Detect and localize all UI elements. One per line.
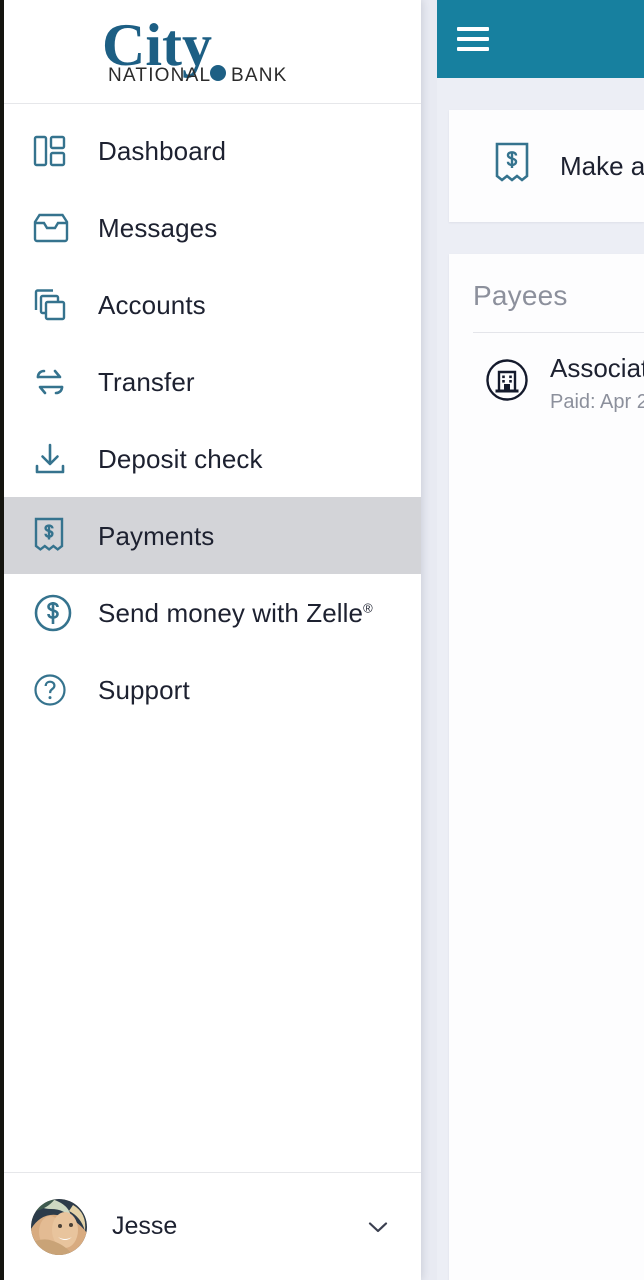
hamburger-bar — [457, 37, 489, 41]
profile-menu[interactable]: Jesse — [4, 1172, 421, 1280]
download-tray-icon — [33, 442, 75, 476]
sidebar-item-transfer[interactable]: Transfer — [4, 343, 421, 420]
transfer-arrows-icon — [33, 365, 75, 399]
make-a-payment-label: Make a — [560, 150, 644, 181]
sidebar-item-send-money-zelle[interactable]: Send money with Zelle® — [4, 574, 421, 651]
navigation-drawer: City NATIONAL BANK Dashboard Messages Ac… — [4, 0, 421, 1280]
sidebar-item-label: Payments — [98, 520, 215, 551]
payee-info: Associate Paid: Apr 2 — [550, 353, 644, 414]
hamburger-bar — [457, 27, 489, 31]
city-national-bank-logo-icon: City NATIONAL BANK — [102, 15, 288, 86]
receipt-dollar-icon — [33, 517, 75, 555]
sidebar-item-messages[interactable]: Messages — [4, 189, 421, 266]
sidebar-item-deposit-check[interactable]: Deposit check — [4, 420, 421, 497]
hamburger-bar — [457, 47, 489, 51]
chevron-down-icon[interactable] — [365, 1214, 391, 1240]
building-circle-icon — [485, 358, 529, 407]
hamburger-icon[interactable] — [457, 27, 489, 51]
sidebar-item-payments[interactable]: Payments — [4, 497, 421, 574]
sidebar-item-label: Messages — [98, 212, 218, 243]
svg-text:BANK: BANK — [231, 65, 288, 86]
dollar-circle-icon — [33, 593, 75, 633]
app-screen: Make a Payees Associa Paid: Apr 2 City N… — [0, 0, 644, 1280]
sidebar-item-accounts[interactable]: Accounts — [4, 266, 421, 343]
sidebar-item-label: Deposit check — [98, 443, 263, 474]
avatar — [31, 1198, 87, 1255]
sidebar-item-label: Support — [98, 674, 190, 705]
list-item[interactable]: Associate Paid: Apr 2 — [449, 333, 644, 414]
sidebar-item-label: Accounts — [98, 289, 206, 320]
sidebar-item-support[interactable]: Support — [4, 651, 421, 728]
question-circle-icon — [33, 673, 75, 707]
payee-paid-date: Paid: Apr 2 — [550, 391, 644, 414]
sidebar-item-dashboard[interactable]: Dashboard — [4, 112, 421, 189]
device-bezel — [0, 0, 4, 1280]
sidebar-item-label: Transfer — [98, 366, 195, 397]
main-content: Make a Payees Associa Paid: Apr 2 — [437, 0, 644, 1280]
profile-name: Jesse — [112, 1212, 178, 1240]
make-a-payment-card[interactable]: Make a — [449, 110, 644, 222]
sidebar-nav: Dashboard Messages Accounts Transfer Dep… — [4, 104, 421, 1172]
sidebar-item-label: Dashboard — [98, 135, 227, 166]
receipt-dollar-icon — [493, 142, 531, 191]
payees-title: Payees — [473, 280, 568, 311]
svg-text:NATIONAL: NATIONAL — [108, 65, 211, 86]
brand-logo: City NATIONAL BANK — [4, 0, 421, 104]
top-app-bar — [437, 0, 644, 78]
user-photo-avatar — [31, 1198, 87, 1255]
stacked-cards-icon — [33, 288, 75, 322]
payees-card: Payees Associate — [449, 254, 644, 1280]
sidebar-item-label: Send money with Zelle® — [98, 597, 373, 628]
dashboard-icon — [33, 134, 75, 168]
payee-name: Associate — [550, 353, 644, 383]
inbox-icon — [33, 213, 75, 243]
